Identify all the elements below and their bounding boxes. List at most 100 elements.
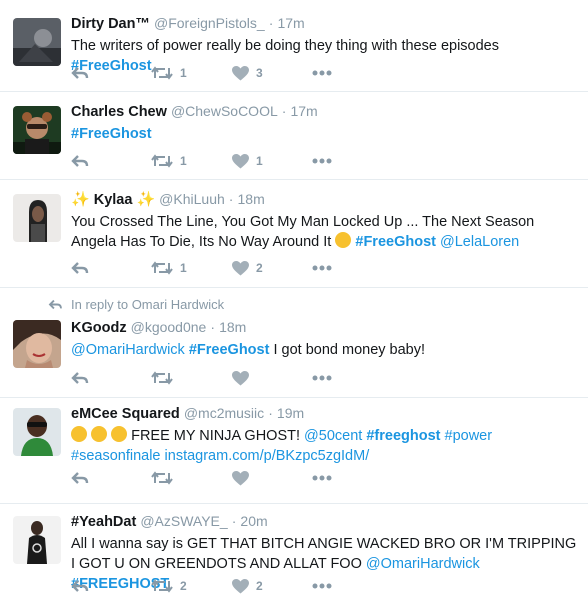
unamused-face-icon [111, 426, 128, 442]
tweet-6[interactable]: #YeahDat @AzSWAYE_ · 20m All I wanna say… [0, 504, 588, 612]
display-name[interactable]: KGoodz [71, 320, 127, 336]
tweet-4[interactable]: In reply to Omari Hardwick KGoodz @kgood… [0, 288, 588, 398]
hashtag-link[interactable]: #FreeGhost [71, 126, 152, 142]
user-handle[interactable]: @AzSWAYE_ [140, 513, 227, 529]
like-button[interactable]: 2 [232, 258, 263, 278]
avatar[interactable] [13, 106, 61, 154]
hashtag-link[interactable]: #power [445, 428, 493, 444]
reply-icon [71, 67, 89, 79]
tweet-feed: Dirty Dan™ @ForeignPistols_ · 17m The wr… [0, 0, 588, 612]
separator: · [210, 319, 216, 335]
like-button[interactable] [232, 368, 249, 388]
more-button[interactable] [312, 258, 332, 278]
display-name[interactable]: Dirty Dan™ [71, 16, 150, 32]
url-link[interactable]: instagram.com/p/BKzpc5zgIdM/ [165, 448, 370, 464]
timestamp[interactable]: 18m [238, 191, 265, 207]
mention-link[interactable]: @50cent [304, 428, 362, 444]
more-button[interactable] [312, 151, 332, 171]
tweet-actions: 1 1 [71, 151, 371, 171]
hashtag-link[interactable]: #seasonfinale [71, 448, 161, 464]
like-button[interactable] [232, 468, 249, 488]
more-icon [312, 70, 332, 76]
avatar-image [13, 408, 61, 456]
more-button[interactable] [312, 576, 332, 596]
text-segment: The writers of power really be doing the… [71, 38, 499, 54]
avatar-image [13, 516, 61, 564]
more-button[interactable] [312, 63, 332, 83]
retweet-count: 1 [180, 66, 187, 80]
retweet-icon [151, 471, 173, 485]
tweet-actions: 1 2 [71, 258, 371, 278]
tweet-text: FREE MY NINJA GHOST! @50cent #freeghost … [71, 426, 580, 466]
retweet-icon [151, 261, 173, 275]
reply-icon [71, 262, 89, 274]
more-icon [312, 265, 332, 271]
display-name[interactable]: Kylaa [94, 192, 133, 208]
mention-link[interactable]: @LelaLoren [440, 234, 519, 250]
tweet-header: eMCee Squared @mc2musiic · 19m [71, 404, 580, 423]
retweet-button[interactable]: 1 [151, 258, 187, 278]
tweet-1[interactable]: Dirty Dan™ @ForeignPistols_ · 17m The wr… [0, 0, 588, 92]
timestamp[interactable]: 18m [219, 319, 246, 335]
mention-link[interactable]: @OmariHardwick [366, 556, 480, 572]
user-handle[interactable]: @kgood0ne [131, 319, 207, 335]
reply-button[interactable] [71, 63, 89, 83]
retweet-button[interactable]: 1 [151, 151, 187, 171]
hashtag-link[interactable]: #FreeGhost [189, 342, 270, 358]
tweet-actions [71, 368, 371, 388]
retweet-button[interactable]: 1 [151, 63, 187, 83]
avatar[interactable] [13, 194, 61, 242]
user-handle[interactable]: @KhiLuuh [159, 191, 225, 207]
more-icon [312, 583, 332, 589]
timestamp[interactable]: 19m [277, 405, 304, 421]
heart-icon [232, 578, 249, 593]
retweet-count: 1 [180, 261, 187, 275]
surprised-face-icon [71, 426, 87, 442]
retweet-button[interactable] [151, 368, 173, 388]
separator: · [228, 191, 234, 207]
timestamp[interactable]: 20m [240, 513, 267, 529]
reply-button[interactable] [71, 151, 89, 171]
more-button[interactable] [312, 368, 332, 388]
display-name[interactable]: Charles Chew [71, 104, 167, 120]
timestamp[interactable]: 17m [277, 15, 304, 31]
sparkle-decoration: ✨ [136, 191, 156, 208]
text-segment: I got bond money baby! [269, 342, 426, 358]
timestamp[interactable]: 17m [290, 103, 317, 119]
tweet-2[interactable]: Charles Chew @ChewSoCOOL · 17m #FreeGhos… [0, 92, 588, 180]
retweet-button[interactable] [151, 468, 173, 488]
reply-icon [71, 580, 89, 592]
retweet-count: 1 [180, 154, 187, 168]
avatar[interactable] [13, 18, 61, 66]
retweet-icon [151, 371, 173, 385]
hashtag-link[interactable]: #FreeGhost [355, 234, 436, 250]
retweet-icon [151, 154, 173, 168]
like-button[interactable]: 3 [232, 63, 263, 83]
like-count: 3 [256, 66, 263, 80]
reply-button[interactable] [71, 258, 89, 278]
tweet-3[interactable]: ✨ Kylaa ✨ @KhiLuuh · 18m You Crossed The… [0, 180, 588, 288]
avatar[interactable] [13, 320, 61, 368]
like-button[interactable]: 2 [232, 576, 263, 596]
hashtag-link[interactable]: #freeghost [366, 428, 440, 444]
user-handle[interactable]: @mc2musiic [184, 405, 264, 421]
display-name[interactable]: eMCee Squared [71, 406, 180, 422]
user-handle[interactable]: @ChewSoCOOL [171, 103, 278, 119]
mention-link[interactable]: @OmariHardwick [71, 342, 185, 358]
retweet-button[interactable]: 2 [151, 576, 187, 596]
avatar[interactable] [13, 408, 61, 456]
more-button[interactable] [312, 468, 332, 488]
tweet-5[interactable]: eMCee Squared @mc2musiic · 19m FREE MY N… [0, 398, 588, 504]
reply-button[interactable] [71, 576, 89, 596]
tweet-actions: 1 3 [71, 63, 371, 83]
reply-button[interactable] [71, 368, 89, 388]
display-name[interactable]: #YeahDat [71, 514, 136, 530]
avatar-image [13, 194, 61, 242]
reply-context[interactable]: In reply to Omari Hardwick [48, 297, 224, 312]
user-handle[interactable]: @ForeignPistols_ [154, 15, 265, 31]
like-button[interactable]: 1 [232, 151, 263, 171]
avatar[interactable] [13, 516, 61, 564]
reply-icon [71, 372, 89, 384]
reply-button[interactable] [71, 468, 89, 488]
retweet-icon [151, 66, 173, 80]
